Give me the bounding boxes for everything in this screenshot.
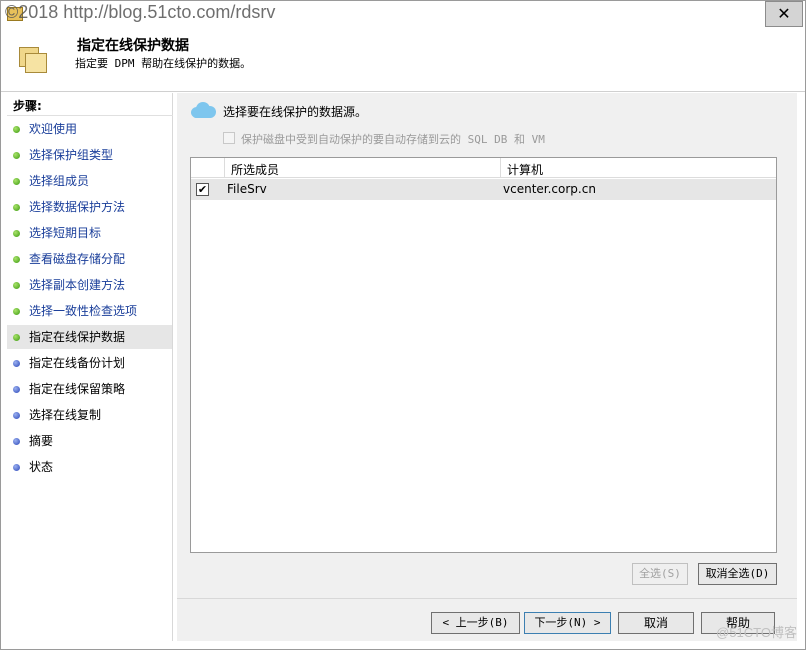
cloud-icon (187, 99, 217, 119)
completed-step-icon (13, 126, 20, 133)
watermark: @51CTO博客 (716, 625, 797, 640)
column-header-computer[interactable]: 计算机 (507, 161, 543, 178)
completed-step-icon (13, 334, 20, 341)
completed-step-icon (13, 256, 20, 263)
sidebar-step-label: 指定在线保护数据 (29, 330, 126, 344)
sidebar-step-label: 选择副本创建方法 (29, 278, 126, 292)
pending-step-icon (13, 438, 20, 445)
column-header-member[interactable]: 所选成员 (231, 161, 279, 178)
pending-step-icon (13, 386, 20, 393)
table-row[interactable]: ✔ FileSrv vcenter.corp.cn (191, 179, 776, 200)
close-button[interactable]: ✕ (765, 1, 803, 27)
wizard-header: 指定在线保护数据 指定要 DPM 帮助在线保护的数据。 (1, 29, 805, 91)
row-member: FileSrv (227, 182, 267, 196)
sidebar-step-label: 选择数据保护方法 (29, 200, 126, 214)
sidebar-step-label: 指定在线保留策略 (29, 382, 126, 396)
main-panel: 选择要在线保护的数据源。 保护磁盘中受到自动保护的要自动存储到云的 SQL DB… (177, 93, 797, 641)
completed-step-icon (13, 282, 20, 289)
completed-step-icon (13, 308, 20, 315)
sidebar-step-label: 指定在线备份计划 (29, 356, 126, 370)
steps-sidebar: 步骤: 欢迎使用选择保护组类型 选择组成员选择数据保护方法 选择短期目标查看磁盘存储… (7, 93, 173, 641)
sidebar-step[interactable]: 选择组成员 (7, 169, 172, 193)
sidebar-step-label: 选择保护组类型 (29, 148, 114, 162)
previous-button[interactable]: < 上一步(B) (431, 612, 520, 634)
wizard-window: ©2018 http://blog.51cto.com/rdsrv ✕ 指定在线… (0, 0, 806, 650)
sidebar-step-label: 选择短期目标 (29, 226, 102, 240)
sidebar-step-label: 选择组成员 (29, 174, 90, 188)
page-subtitle: 指定要 DPM 帮助在线保护的数据。 (75, 57, 252, 70)
sidebar-step-label: 状态 (29, 460, 54, 474)
pending-step-icon (13, 360, 20, 367)
sidebar-step: 指定在线保留策略 (7, 377, 172, 401)
sidebar-step: 指定在线备份计划 (7, 351, 172, 375)
footer-divider (177, 598, 797, 599)
row-computer: vcenter.corp.cn (503, 182, 596, 196)
folder-icon (19, 47, 47, 73)
title-watermark: ©2018 http://blog.51cto.com/rdsrv (5, 2, 276, 22)
pending-step-icon (13, 412, 20, 419)
sidebar-step[interactable]: 选择数据保护方法 (7, 195, 172, 219)
sidebar-step: 选择在线复制 (7, 403, 172, 427)
page-title: 指定在线保护数据 (77, 38, 189, 54)
sidebar-step: 指定在线保护数据 (7, 325, 172, 349)
completed-step-icon (13, 204, 20, 211)
completed-step-icon (13, 152, 20, 159)
pending-step-icon (13, 464, 20, 471)
next-button[interactable]: 下一步(N) > (524, 612, 611, 634)
title-bar: ©2018 http://blog.51cto.com/rdsrv ✕ (1, 1, 805, 29)
sidebar-step[interactable]: 欢迎使用 (7, 117, 172, 141)
cancel-button[interactable]: 取消 (618, 612, 694, 634)
sidebar-step: 状态 (7, 455, 172, 479)
sidebar-step-label: 欢迎使用 (29, 122, 78, 136)
table-header: 所选成员 计算机 (191, 158, 776, 178)
sidebar-step-label: 摘要 (29, 434, 54, 448)
sidebar-step[interactable]: 选择副本创建方法 (7, 273, 172, 297)
header-divider (1, 91, 805, 92)
sidebar-step[interactable]: 选择短期目标 (7, 221, 172, 245)
auto-protect-label: 保护磁盘中受到自动保护的要自动存储到云的 SQL DB 和 VM (241, 133, 545, 146)
instruction-text: 选择要在线保护的数据源。 (223, 105, 368, 119)
sidebar-step: 摘要 (7, 429, 172, 453)
members-table: 所选成员 计算机 ✔ FileSrv vcenter.corp.cn (190, 157, 777, 553)
header-check-column (191, 158, 225, 178)
clear-all-button[interactable]: 取消全选(D) (698, 563, 777, 585)
completed-step-icon (13, 178, 20, 185)
sidebar-step-label: 选择一致性检查选项 (29, 304, 138, 318)
sidebar-step[interactable]: 选择一致性检查选项 (7, 299, 172, 323)
sidebar-step[interactable]: 查看磁盘存储分配 (7, 247, 172, 271)
select-all-button[interactable]: 全选(S) (632, 563, 688, 585)
sidebar-step-label: 查看磁盘存储分配 (29, 252, 126, 266)
row-checkbox[interactable]: ✔ (196, 183, 209, 196)
auto-protect-checkbox[interactable] (223, 132, 235, 144)
sidebar-step[interactable]: 选择保护组类型 (7, 143, 172, 167)
completed-step-icon (13, 230, 20, 237)
steps-heading: 步骤: (13, 99, 42, 113)
sidebar-step-label: 选择在线复制 (29, 408, 102, 422)
